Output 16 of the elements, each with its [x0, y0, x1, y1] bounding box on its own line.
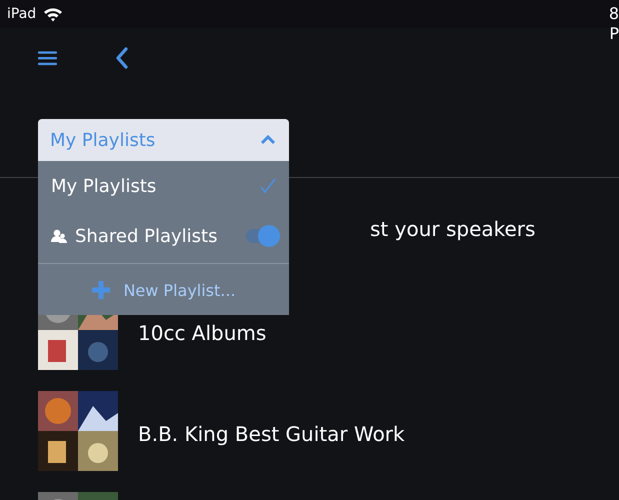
- playlist-dropdown[interactable]: My Playlists: [38, 119, 289, 161]
- playlist-title[interactable]: 10cc Albums: [138, 314, 266, 344]
- playlist-title[interactable]: st your speakers: [370, 216, 536, 240]
- menu-icon[interactable]: [38, 50, 57, 66]
- device-name: iPad: [7, 6, 36, 22]
- people-icon: [51, 229, 67, 243]
- menu-option[interactable]: My Playlists: [51, 176, 260, 196]
- status-clock: 8: [608, 4, 619, 24]
- wifi-icon: [43, 6, 64, 22]
- plus-icon: [91, 280, 112, 300]
- new-playlist-button[interactable]: New Playlist...: [38, 264, 289, 316]
- playlist-title[interactable]: B.B. King Best Guitar Work: [138, 416, 405, 446]
- status-clock: P: [609, 24, 619, 44]
- menu-option[interactable]: Shared Playlists: [75, 226, 246, 246]
- back-icon[interactable]: [115, 47, 129, 69]
- caret-icon: [260, 135, 276, 145]
